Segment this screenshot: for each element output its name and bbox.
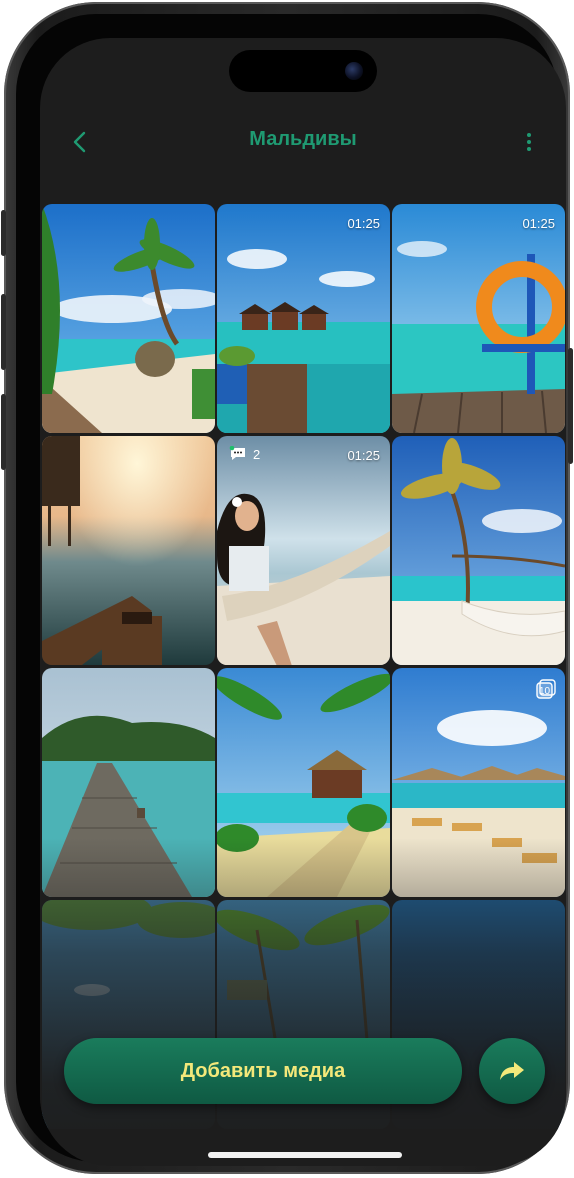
media-tile[interactable]: 2 01:25 [217,436,390,665]
top-bar: Мальдивы [40,120,566,164]
video-duration: 01:25 [522,216,555,231]
photo-sunset-deck [42,436,215,665]
dynamic-island [229,50,377,92]
media-tile[interactable] [42,436,215,665]
power-button [568,348,573,464]
bottom-fade-overlay [40,838,566,1166]
more-vertical-icon[interactable] [522,130,536,154]
photo-overwater-villas [217,204,390,433]
media-tile[interactable] [42,204,215,433]
photo-lifebuoy-pier [392,204,565,433]
phone-frame: Мальдивы 01:25 01:25 2 01:25 10 Добавить… [1,2,573,1174]
front-camera [345,62,363,80]
multi-photo-count: 10 [539,686,551,697]
share-button[interactable] [479,1038,545,1104]
comment-badge: 2 [229,446,260,462]
bezel: Мальдивы 01:25 01:25 2 01:25 10 Добавить… [16,14,566,1166]
volume-down-button [1,394,6,470]
volume-up-button [1,294,6,370]
multi-photo-badge: 10 [535,678,557,704]
photo-leaning-palm [392,436,565,665]
share-arrow-icon [500,1062,524,1080]
add-media-label: Добавить медиа [180,1059,346,1082]
photo-stack-icon: 10 [536,679,556,699]
photo-palm-swing [42,204,215,433]
media-tile[interactable]: 01:25 [392,204,565,433]
photo-woman-hammock [217,436,390,665]
video-duration: 01:25 [347,448,380,463]
comment-icon [229,446,245,460]
media-tile[interactable]: 01:25 [217,204,390,433]
video-duration: 01:25 [347,216,380,231]
comment-count: 2 [253,446,261,462]
add-media-button[interactable]: Добавить медиа [64,1038,462,1104]
action-button [1,210,6,256]
media-tile[interactable] [392,436,565,665]
screen: Мальдивы 01:25 01:25 2 01:25 10 Добавить… [40,38,566,1166]
page-title: Мальдивы [249,128,357,150]
home-indicator[interactable] [208,1152,402,1158]
